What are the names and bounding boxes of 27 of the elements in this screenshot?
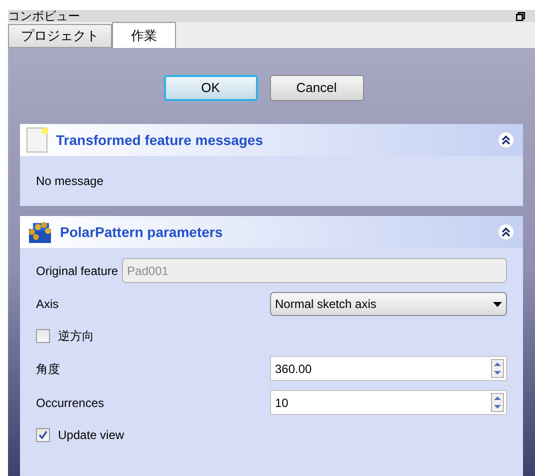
collapse-icon[interactable] xyxy=(497,131,515,149)
checkbox[interactable] xyxy=(36,329,50,343)
caret-icon xyxy=(493,302,502,306)
checkbox-label: Update view xyxy=(58,427,124,444)
field-label: Occurrences xyxy=(36,394,106,412)
axis-dropdown[interactable]: Normal sketch axis xyxy=(270,292,507,316)
field-label: Axis xyxy=(36,296,60,313)
tab[interactable]: プロジェクト xyxy=(8,24,112,48)
collapse-icon[interactable] xyxy=(497,223,515,241)
field-label: 角度 xyxy=(36,360,61,378)
number-field[interactable]: 10 xyxy=(270,390,507,415)
spin-arrows-icon[interactable] xyxy=(491,393,504,412)
number-field[interactable]: 360.00 xyxy=(270,356,507,381)
window-title: コンボビュー xyxy=(8,10,80,22)
blocks-icon xyxy=(26,220,54,244)
ok-button[interactable]: OK xyxy=(164,75,258,101)
tab[interactable]: 作業 xyxy=(112,22,176,48)
cancel-button[interactable]: Cancel xyxy=(270,75,364,101)
field-label: Original feature xyxy=(36,262,118,280)
checkbox[interactable] xyxy=(36,428,50,442)
message-text: No message xyxy=(36,173,104,190)
spin-arrows-icon[interactable] xyxy=(491,359,504,378)
checkbox-label: 逆方向 xyxy=(58,328,94,345)
restore-icon[interactable] xyxy=(516,12,525,20)
panel-title: Transformed feature messages xyxy=(56,130,264,150)
note-icon xyxy=(26,127,50,153)
panel-title: PolarPattern parameters xyxy=(60,222,224,242)
